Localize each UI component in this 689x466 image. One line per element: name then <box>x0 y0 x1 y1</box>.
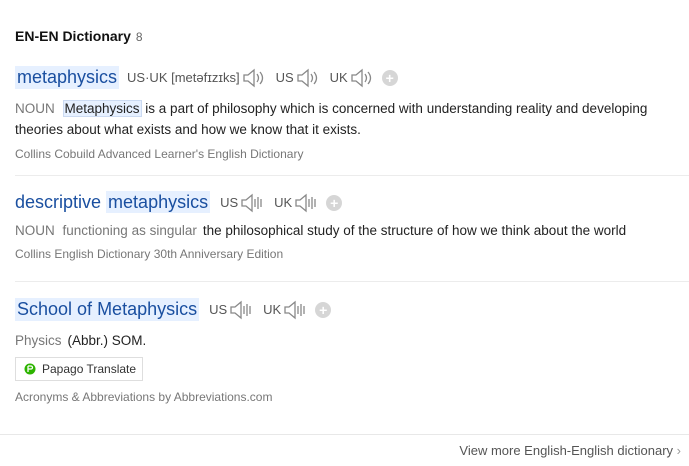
headword-highlight: Metaphysics <box>97 299 198 319</box>
result-count: 8 <box>135 30 143 44</box>
entry-metaphysics: metaphysics US·UK [metəfɪzɪks] US UK + N… <box>15 66 689 161</box>
add-to-wordbook-icon[interactable]: + <box>381 69 398 86</box>
category-label: Physics <box>15 333 62 348</box>
definition: NOUN functioning as singular the philosop… <box>15 220 689 241</box>
speaker-icon[interactable] <box>283 300 307 320</box>
uk-label: UK <box>274 195 293 210</box>
definition: Physics (Abbr.) SOM. <box>15 330 689 351</box>
speaker-icon[interactable] <box>240 193 264 213</box>
headword-prefix: descriptive <box>15 192 107 212</box>
divider <box>15 281 689 282</box>
us-label: US <box>209 302 228 317</box>
entry-school-of-metaphysics: School of Metaphysics US UK + Physics (Ab… <box>15 298 689 351</box>
view-more-link[interactable]: View more English-English dictionary › <box>459 443 681 458</box>
headword-link[interactable]: School of Metaphysics <box>15 298 200 321</box>
definition: NOUN Metaphysics is a part of philosophy… <box>15 98 675 140</box>
part-of-speech: NOUN <box>15 101 55 116</box>
papago-label: Papago Translate <box>42 362 137 376</box>
chevron-right-icon: › <box>676 443 681 458</box>
add-to-wordbook-icon[interactable]: + <box>326 194 343 211</box>
entry-descriptive-metaphysics: descriptive metaphysics US UK + NOUN fun… <box>15 191 689 261</box>
definition-highlight: Metaphysics <box>62 100 142 117</box>
dictionary-header: EN-EN Dictionary 8 <box>15 28 143 44</box>
speaker-icon[interactable] <box>242 68 266 88</box>
papago-icon <box>24 363 36 375</box>
usage-note: functioning as singular <box>62 223 197 238</box>
headword-link[interactable]: metaphysics <box>15 66 120 89</box>
definition-text: the philosophical study of the structure… <box>202 223 627 238</box>
papago-translate-button[interactable]: Papago Translate <box>15 357 143 381</box>
speaker-icon[interactable] <box>294 193 318 213</box>
headword-link[interactable]: descriptive metaphysics <box>15 191 211 213</box>
speaker-icon[interactable] <box>229 300 253 320</box>
headword-prefix: School of <box>17 299 98 319</box>
divider <box>15 175 689 176</box>
uk-label: UK <box>329 70 348 85</box>
us-label: US <box>275 70 294 85</box>
us-label: US <box>220 195 239 210</box>
headword-highlight: metaphysics <box>106 191 211 213</box>
dictionary-title: EN-EN Dictionary <box>15 28 131 44</box>
uk-label: UK <box>263 302 282 317</box>
pronunciation: US·UK [metəfɪzɪks] <box>127 70 240 85</box>
definition-text: (Abbr.) SOM. <box>67 333 147 348</box>
footer-bar: View more English-English dictionary › <box>0 434 689 466</box>
dictionary-source[interactable]: Collins Cobuild Advanced Learner's Engli… <box>15 147 689 161</box>
speaker-icon[interactable] <box>350 68 374 88</box>
add-to-wordbook-icon[interactable]: + <box>315 301 332 318</box>
part-of-speech: NOUN <box>15 223 55 238</box>
dictionary-source[interactable]: Collins English Dictionary 30th Annivers… <box>15 247 689 261</box>
dictionary-source[interactable]: Acronyms & Abbreviations by Abbreviation… <box>15 390 272 404</box>
view-more-label: View more English-English dictionary <box>459 443 674 458</box>
speaker-icon[interactable] <box>296 68 320 88</box>
